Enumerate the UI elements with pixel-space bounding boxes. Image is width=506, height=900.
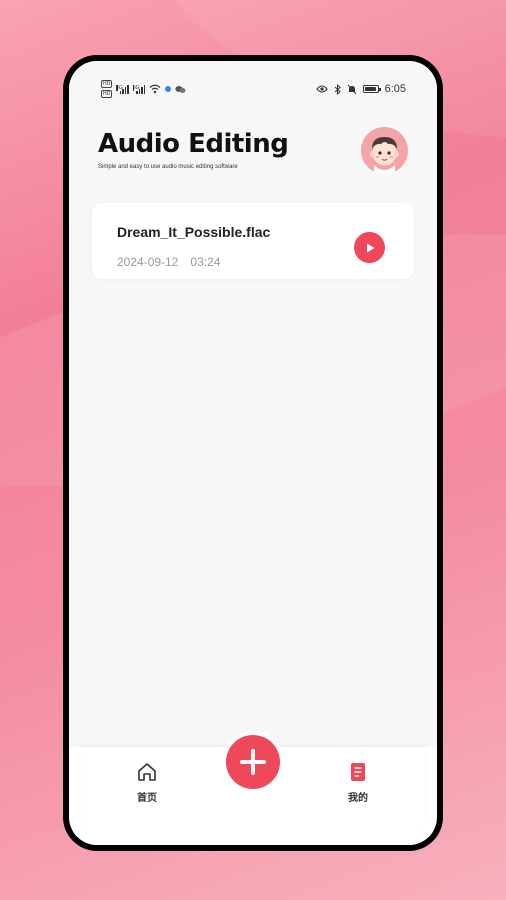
signal-icon: 5G: [116, 84, 129, 94]
boy-avatar-icon: [370, 137, 399, 174]
hd-badges: HD HD: [101, 80, 113, 98]
phone-frame: HD HD 5G 5G 6:05 Audio Editing Simple an…: [63, 55, 443, 851]
hd-badge: HD: [101, 90, 113, 98]
add-button[interactable]: [226, 735, 280, 789]
status-bar-left: HD HD 5G 5G: [101, 80, 186, 98]
recording-duration: 03:24: [190, 255, 221, 269]
avatar[interactable]: [361, 127, 408, 174]
eye-icon: [315, 85, 328, 93]
battery-icon: [362, 85, 381, 93]
hd-badge: HD: [101, 80, 113, 88]
status-time: 6:05: [384, 83, 406, 95]
bluetooth-icon: [334, 83, 341, 95]
play-icon: [366, 243, 374, 252]
status-bar: HD HD 5G 5G 6:05: [69, 61, 437, 117]
mute-icon: [347, 84, 356, 94]
status-dot-icon: [165, 86, 172, 92]
home-icon: [138, 763, 156, 781]
recording-date: 2024-09-12: [117, 255, 179, 269]
document-icon: [351, 763, 365, 781]
wechat-icon: [175, 85, 186, 93]
sim2-label: 5G: [132, 84, 140, 91]
status-bar-right: 6:05: [315, 83, 406, 95]
signal-icon: 5G: [132, 84, 146, 94]
recording-card[interactable]: Dream_It_Possible.flac 2024-09-12 03:24: [92, 203, 414, 279]
tab-mine-label: 我的: [348, 793, 368, 804]
play-button[interactable]: [354, 232, 385, 263]
main-content: Audio Editing Simple and easy to use aud…: [69, 117, 437, 747]
tab-home-label: 首页: [137, 793, 157, 804]
sim1-label: 5G: [116, 84, 123, 91]
tab-mine[interactable]: 我的: [318, 761, 398, 804]
wifi-icon: [149, 84, 161, 94]
page-subtitle: Simple and easy to use audio music editi…: [98, 164, 238, 170]
tab-home[interactable]: 首页: [107, 761, 187, 804]
app-screen: HD HD 5G 5G 6:05 Audio Editing Simple an…: [69, 61, 437, 845]
bottom-safe-area: [69, 831, 437, 845]
page-title: Audio Editing: [98, 129, 289, 159]
recording-meta: 2024-09-12 03:24: [117, 255, 220, 269]
recording-file-name: Dream_It_Possible.flac: [117, 224, 271, 240]
plus-icon: [240, 749, 266, 775]
